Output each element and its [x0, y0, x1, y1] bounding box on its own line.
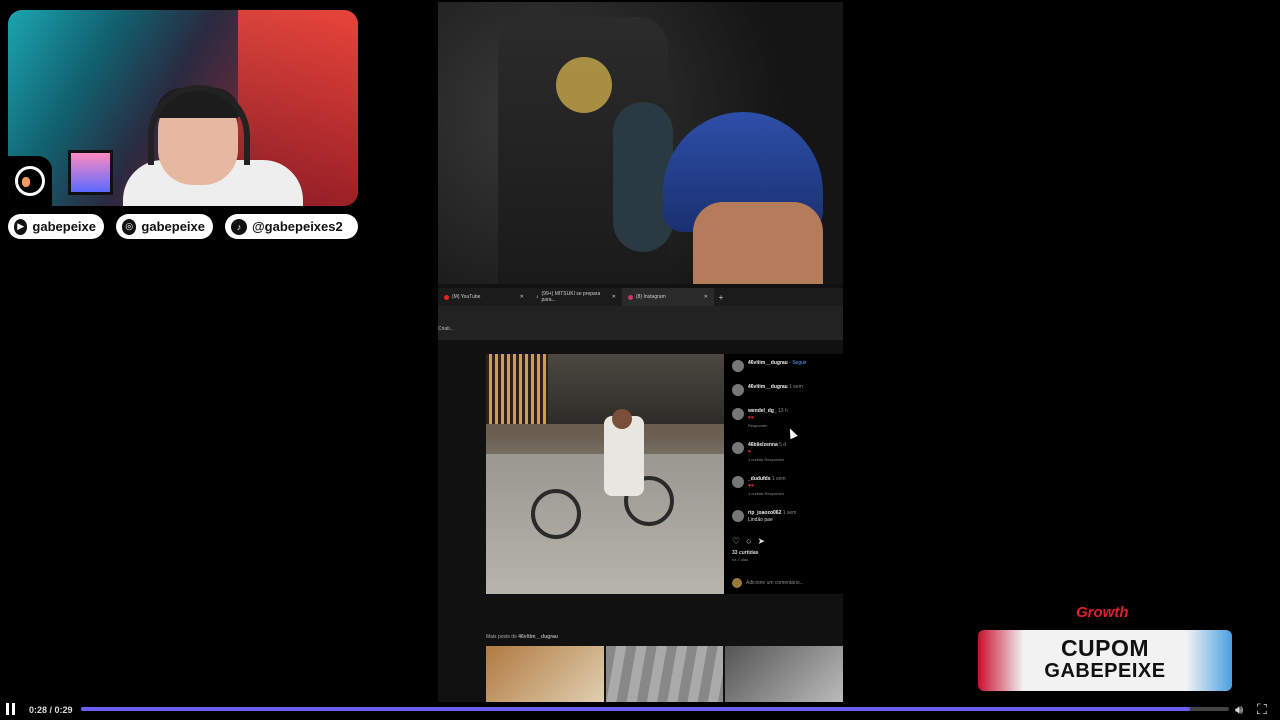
- coupon-line2: GABEPEIXE: [1044, 660, 1166, 682]
- comment-time: 5 d: [779, 442, 787, 448]
- second-camera-view: [438, 2, 843, 284]
- avatar[interactable]: [732, 408, 744, 420]
- comment-user[interactable]: 46biielzenna: [748, 442, 778, 448]
- comment-reply[interactable]: Responder: [748, 423, 768, 428]
- chair-logo-icon: [556, 57, 612, 113]
- post-thumbnail[interactable]: [605, 646, 724, 702]
- close-tab-icon[interactable]: ✕: [612, 294, 616, 300]
- more-posts-label: Mais posts de: [486, 634, 517, 640]
- fish-logo-icon: [15, 166, 45, 196]
- post-thumbnail[interactable]: [486, 646, 604, 702]
- tiktok-favicon-icon: ♪: [536, 294, 539, 300]
- share-icon[interactable]: ➤: [758, 536, 766, 547]
- browser-window: (M) YouTube ✕ ♪ (99+) MITSUKI se prepara…: [438, 288, 843, 702]
- bike-front-wheel: [531, 489, 581, 539]
- comment-time: 1 sem: [782, 510, 797, 516]
- post-comments-panel: 46vitim__dugrau · Seguir 46vitim__dugrau…: [726, 354, 843, 594]
- comment-user[interactable]: rip_joaozo062: [748, 510, 781, 516]
- post-age: há 7 dias: [732, 557, 749, 562]
- webcam-monitor: [68, 150, 113, 195]
- progress-fill: [81, 707, 1190, 711]
- browser-tab-bar: (M) YouTube ✕ ♪ (99+) MITSUKI se prepara…: [438, 288, 843, 306]
- youtube-handle-pill: ▶ gabepeixe: [8, 214, 104, 239]
- browser-address-area: [438, 306, 843, 340]
- tab-youtube[interactable]: (M) YouTube ✕: [438, 288, 530, 306]
- follow-button[interactable]: Seguir: [792, 360, 806, 366]
- like-icon[interactable]: ♡: [732, 536, 740, 547]
- list-item: _dudufds 1 sem ♥♥ 1 curtida Responder: [732, 476, 786, 498]
- bookmark-item[interactable]: Criati...: [438, 326, 454, 332]
- tab-tiktok[interactable]: ♪ (99+) MITSUKI se prepara para... ✕: [530, 288, 622, 306]
- list-item: 46vitim__dugrau 1 sem: [732, 384, 803, 396]
- close-tab-icon[interactable]: ✕: [704, 294, 708, 300]
- list-item: wendel_dg_ 13 h ♥♥ Responder: [732, 408, 788, 430]
- list-item: 46biielzenna 5 d ♥ 1 curtida Responder: [732, 442, 786, 464]
- comment-time: 1 sem: [771, 476, 786, 482]
- comment-reply[interactable]: 1 curtida Responder: [748, 457, 784, 462]
- sponsor-brand: Growth: [1076, 604, 1129, 621]
- progress-bar[interactable]: [81, 707, 1229, 711]
- avatar[interactable]: [732, 384, 744, 396]
- comment-placeholder: Adicione um comentário...: [746, 580, 804, 586]
- tab-instagram[interactable]: (8) Instagram ✕: [622, 288, 714, 306]
- comment-time: 13 h: [778, 408, 788, 414]
- stream-stage: ▶ gabepeixe ◎ gabepeixe ♪ @gabepeixes2 (…: [0, 0, 1280, 720]
- comment-reply[interactable]: 1 curtida Responder: [748, 491, 784, 496]
- instagram-handle-pill: ◎ gabepeixe: [116, 214, 213, 239]
- instagram-post: 46vitim__dugrau · Seguir 46vitim__dugrau…: [486, 354, 843, 594]
- avatar[interactable]: [732, 510, 744, 522]
- post-thumbnail[interactable]: [725, 646, 843, 702]
- comment-time: 1 sem: [789, 384, 803, 390]
- tab-title: (M) YouTube: [452, 294, 481, 300]
- more-posts-grid: [486, 646, 843, 702]
- tiktok-handle-pill: ♪ @gabepeixes2: [225, 214, 358, 239]
- new-tab-button[interactable]: +: [714, 288, 728, 306]
- comment-icon[interactable]: ○: [746, 536, 751, 547]
- likes-count[interactable]: 33 curtidas: [732, 550, 758, 556]
- webcam-overlay: [8, 10, 358, 206]
- tab-title: (8) Instagram: [636, 294, 666, 300]
- photo-rider-head: [612, 409, 632, 429]
- comment-user[interactable]: wendel_dg_: [748, 408, 777, 414]
- post-header: 46vitim__dugrau · Seguir: [732, 360, 807, 372]
- more-posts-heading: Mais posts de 46vitim__dugrau: [486, 634, 558, 640]
- tiktok-icon: ♪: [231, 218, 247, 235]
- comment-user[interactable]: 46vitim__dugrau: [748, 384, 788, 390]
- post-actions: ♡ ○ ➤: [732, 536, 765, 547]
- instagram-icon: ◎: [122, 218, 137, 235]
- coupon-banner: CUPOM GABEPEIXE: [978, 630, 1232, 691]
- coupon-line1: CUPOM: [1060, 635, 1150, 661]
- post-photo[interactable]: [486, 354, 724, 594]
- main-video-frame[interactable]: (M) YouTube ✕ ♪ (99+) MITSUKI se prepara…: [438, 2, 843, 702]
- avatar[interactable]: [732, 476, 744, 488]
- guest-face: [693, 202, 823, 284]
- comment-user[interactable]: _dudufds: [748, 476, 771, 482]
- youtube-icon: ▶: [14, 218, 28, 235]
- instagram-handle: gabepeixe: [141, 219, 205, 234]
- pause-button[interactable]: [6, 703, 16, 715]
- tiktok-handle: @gabepeixes2: [252, 219, 343, 234]
- channel-logo-badge: [8, 156, 52, 206]
- instagram-favicon-icon: [628, 294, 633, 300]
- youtube-handle: gabepeixe: [32, 219, 96, 234]
- photo-gate: [486, 354, 548, 424]
- tab-title: (99+) MITSUKI se prepara para...: [541, 291, 601, 303]
- more-posts-user[interactable]: 46vitim__dugrau: [518, 634, 558, 640]
- playback-time: 0:28 / 0:29: [29, 705, 73, 715]
- avatar: [732, 578, 742, 588]
- volume-icon[interactable]: 🔊︎: [1235, 702, 1243, 718]
- comment-text: Lindão pae: [748, 517, 773, 523]
- comment-input[interactable]: Adicione um comentário...: [732, 578, 840, 588]
- post-author[interactable]: 46vitim__dugrau: [748, 360, 788, 366]
- avatar[interactable]: [732, 360, 744, 372]
- avatar[interactable]: [732, 442, 744, 454]
- close-tab-icon[interactable]: ✕: [520, 294, 524, 300]
- fullscreen-icon[interactable]: ⛶: [1257, 701, 1267, 718]
- photo-building: [548, 354, 724, 424]
- youtube-favicon-icon: [444, 294, 449, 300]
- list-item: rip_joaozo062 1 sem Lindão pae: [732, 510, 796, 524]
